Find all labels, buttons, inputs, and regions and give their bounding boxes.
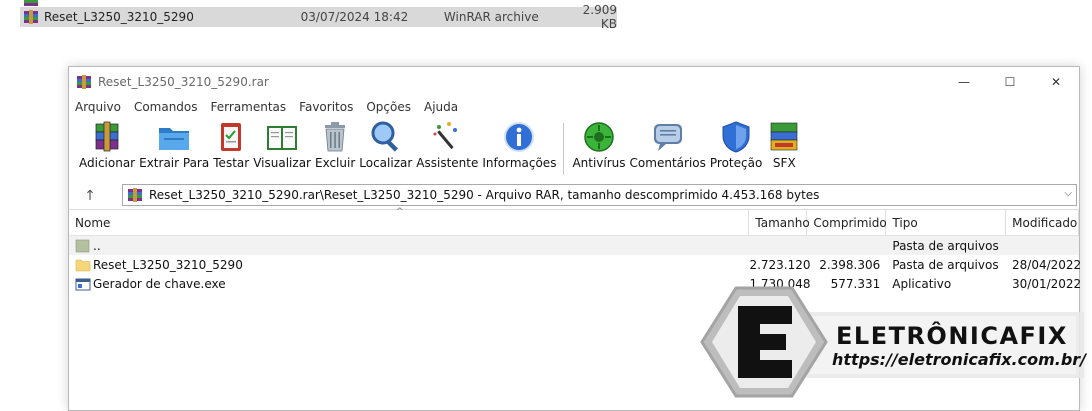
sort-arrow-icon: ^ — [396, 207, 404, 217]
folder-icon — [75, 259, 91, 271]
title-bar[interactable]: Reset_L3250_3210_5290.rar — ☐ ✕ — [69, 67, 1079, 97]
explorer-row-date: 03/07/2024 18:42 — [300, 10, 409, 24]
row-name: Reset_L3250_3210_5290 — [93, 257, 243, 272]
row-type: Pasta de arquivos — [892, 257, 999, 272]
winrar-icon — [128, 188, 142, 202]
menu-opcoes[interactable]: Opções — [366, 100, 411, 114]
table-row-parent[interactable]: .. Pasta de arquivos — [69, 236, 1079, 255]
row-type: Pasta de arquivos — [892, 238, 999, 253]
wizard-button[interactable]: Assistente — [416, 119, 478, 170]
menu-ajuda[interactable]: Ajuda — [424, 100, 458, 114]
antivirus-button[interactable]: Antivírus — [572, 119, 626, 170]
menu-bar: Arquivo Comandos Ferramentas Favoritos O… — [69, 97, 1079, 117]
parent-folder-icon — [75, 239, 90, 252]
row-name: Gerador de chave.exe — [93, 276, 226, 291]
explorer-row-selected[interactable]: Reset_L3250_3210_5290 03/07/2024 18:42 W… — [20, 3, 617, 31]
trash-icon — [325, 122, 346, 152]
find-button[interactable]: Localizar — [359, 119, 412, 170]
sfx-icon — [770, 122, 798, 151]
comments-label: Comentários — [629, 156, 706, 170]
info-icon — [504, 122, 535, 152]
toolbar: Adicionar Extrair Para Testar Visualizar… — [69, 117, 1079, 183]
row-modified: 28/04/2022 — [1012, 257, 1082, 272]
watermark-url: https://eletronicafix.com.br/ — [832, 350, 1087, 369]
watermark-brand: ELETRÔNICAFIX — [836, 322, 1068, 350]
protection-label: Proteção — [709, 156, 763, 170]
row-name: .. — [93, 238, 101, 253]
explorer-row-name: Reset_L3250_3210_5290 — [44, 10, 194, 24]
extract-button[interactable]: Extrair Para — [139, 119, 209, 170]
antivirus-icon — [584, 122, 614, 152]
column-header-packed[interactable]: Comprimido — [807, 210, 887, 236]
menu-arquivo[interactable]: Arquivo — [75, 100, 121, 114]
menu-comandos[interactable]: Comandos — [134, 100, 198, 114]
view-book-icon — [267, 126, 298, 150]
menu-ferramentas[interactable]: Ferramentas — [211, 100, 287, 114]
close-button[interactable]: ✕ — [1033, 67, 1079, 97]
info-label: Informações — [482, 156, 557, 170]
protection-button[interactable]: Proteção — [710, 119, 762, 170]
watermark-logo: ELETRÔNICAFIX https://eletronicafix.com.… — [700, 282, 1087, 402]
column-header-name[interactable]: Nome — [69, 210, 750, 236]
up-folder-button[interactable]: ↑ — [69, 188, 111, 204]
application-icon — [75, 278, 91, 290]
address-path: Reset_L3250_3210_5290.rar\Reset_L3250_32… — [149, 188, 820, 202]
antivirus-label: Antivírus — [572, 156, 626, 170]
test-label: Testar — [213, 156, 250, 170]
magnifier-icon — [371, 121, 398, 152]
winrar-icon — [24, 0, 38, 6]
view-button[interactable]: Visualizar — [253, 119, 311, 170]
view-label: Visualizar — [253, 156, 311, 170]
file-list-header: ^ Nome Tamanho Comprimido Tipo Modificad… — [69, 207, 1079, 236]
row-size: 2.723.120 — [749, 257, 811, 272]
column-header-modified[interactable]: Modificado — [1006, 210, 1079, 236]
wizard-wand-icon — [433, 122, 458, 150]
column-header-size[interactable]: Tamanho — [749, 210, 810, 236]
explorer-row-size: 2.909 KB — [582, 3, 617, 31]
table-row[interactable]: Reset_L3250_3210_5290 2.723.120 2.398.30… — [69, 255, 1082, 274]
address-field[interactable]: Reset_L3250_3210_5290.rar\Reset_L3250_32… — [122, 184, 1077, 206]
test-clipboard-icon — [221, 123, 242, 151]
delete-label: Excluir — [314, 156, 356, 170]
explorer-row-type: WinRAR archive — [443, 10, 539, 24]
comments-button[interactable]: Comentários — [630, 119, 706, 170]
minimize-button[interactable]: — — [941, 67, 987, 97]
find-label: Localizar — [359, 156, 413, 170]
delete-button[interactable]: Excluir — [315, 119, 355, 170]
chevron-down-icon[interactable]: ⌵ — [1064, 188, 1072, 199]
toolbar-separator — [563, 123, 565, 175]
add-label: Adicionar — [79, 156, 136, 170]
sfx-button[interactable]: SFX — [766, 119, 802, 170]
menu-favoritos[interactable]: Favoritos — [299, 100, 353, 114]
comment-icon — [653, 124, 682, 151]
extract-folder-icon — [159, 128, 190, 150]
maximize-button[interactable]: ☐ — [987, 67, 1033, 97]
add-archive-icon — [95, 121, 119, 152]
column-header-type[interactable]: Tipo — [886, 210, 1007, 236]
add-button[interactable]: Adicionar — [79, 119, 135, 170]
winrar-icon — [77, 75, 91, 89]
test-button[interactable]: Testar — [213, 119, 249, 170]
window-title: Reset_L3250_3210_5290.rar — [98, 75, 269, 89]
address-bar: ↑ Reset_L3250_3210_5290.rar\Reset_L3250_… — [69, 183, 1079, 209]
winrar-icon — [24, 10, 38, 24]
sfx-label: SFX — [772, 156, 796, 170]
wizard-label: Assistente — [416, 156, 479, 170]
shield-icon — [722, 121, 750, 153]
row-packed: 2.398.306 — [819, 257, 881, 272]
info-button[interactable]: Informações — [482, 119, 556, 170]
extract-label: Extrair Para — [139, 156, 210, 170]
